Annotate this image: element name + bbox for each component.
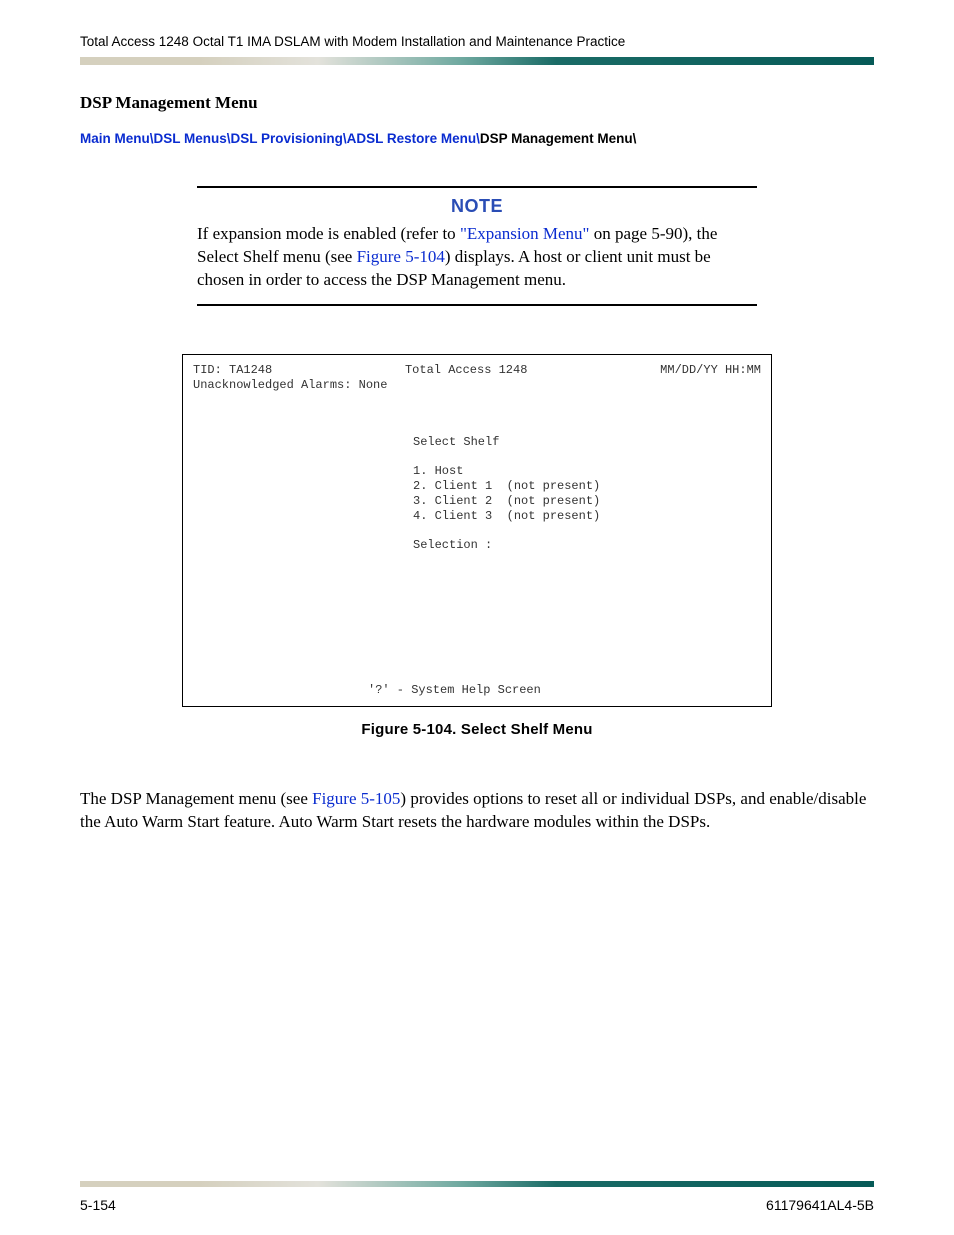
terminal-alarms: Unacknowledged Alarms: None xyxy=(193,378,761,393)
figure-caption: Figure 5-104. Select Shelf Menu xyxy=(80,721,874,738)
note-body: If expansion mode is enabled (refer to "… xyxy=(197,223,757,292)
header-rule xyxy=(80,57,874,65)
terminal-menu-item: 2. Client 1 (not present) xyxy=(193,479,761,494)
breadcrumb-link[interactable]: DSL Provisioning xyxy=(231,131,343,146)
cross-ref-link[interactable]: "Expansion Menu" xyxy=(460,224,590,243)
terminal-menu-item: 3. Client 2 (not present) xyxy=(193,494,761,509)
footer-page-number: 5-154 xyxy=(80,1197,116,1213)
terminal-menu-item: 1. Host xyxy=(193,464,761,479)
section-heading: DSP Management Menu xyxy=(80,93,874,113)
terminal-tid: TID: TA1248 xyxy=(193,363,272,378)
terminal-screen: TID: TA1248 Total Access 1248 MM/DD/YY H… xyxy=(182,354,772,707)
breadcrumb-link[interactable]: Main Menu xyxy=(80,131,150,146)
breadcrumb-link[interactable]: DSL Menus xyxy=(154,131,227,146)
breadcrumb: Main Menu\DSL Menus\DSL Provisioning\ADS… xyxy=(80,131,874,146)
terminal-menu-item: 4. Client 3 (not present) xyxy=(193,509,761,524)
note-label: NOTE xyxy=(197,196,757,217)
cross-ref-link[interactable]: Figure 5-104 xyxy=(357,247,445,266)
footer-rule xyxy=(80,1181,874,1187)
note-box: NOTE If expansion mode is enabled (refer… xyxy=(197,186,757,306)
cross-ref-link[interactable]: Figure 5-105 xyxy=(312,789,400,808)
body-paragraph: The DSP Management menu (see Figure 5-10… xyxy=(80,788,874,834)
terminal-help-hint: '?' - System Help Screen xyxy=(193,683,761,698)
page-footer: 5-154 61179641AL4-5B xyxy=(80,1197,874,1213)
footer-doc-number: 61179641AL4-5B xyxy=(766,1197,874,1213)
terminal-datetime: MM/DD/YY HH:MM xyxy=(660,363,761,378)
page-header: Total Access 1248 Octal T1 IMA DSLAM wit… xyxy=(80,34,874,49)
terminal-product: Total Access 1248 xyxy=(405,363,527,378)
terminal-selection-prompt: Selection : xyxy=(193,538,761,553)
terminal-menu-title: Select Shelf xyxy=(193,435,761,450)
breadcrumb-link[interactable]: ADSL Restore Menu xyxy=(347,131,477,146)
breadcrumb-current: DSP Management Menu xyxy=(480,131,633,146)
